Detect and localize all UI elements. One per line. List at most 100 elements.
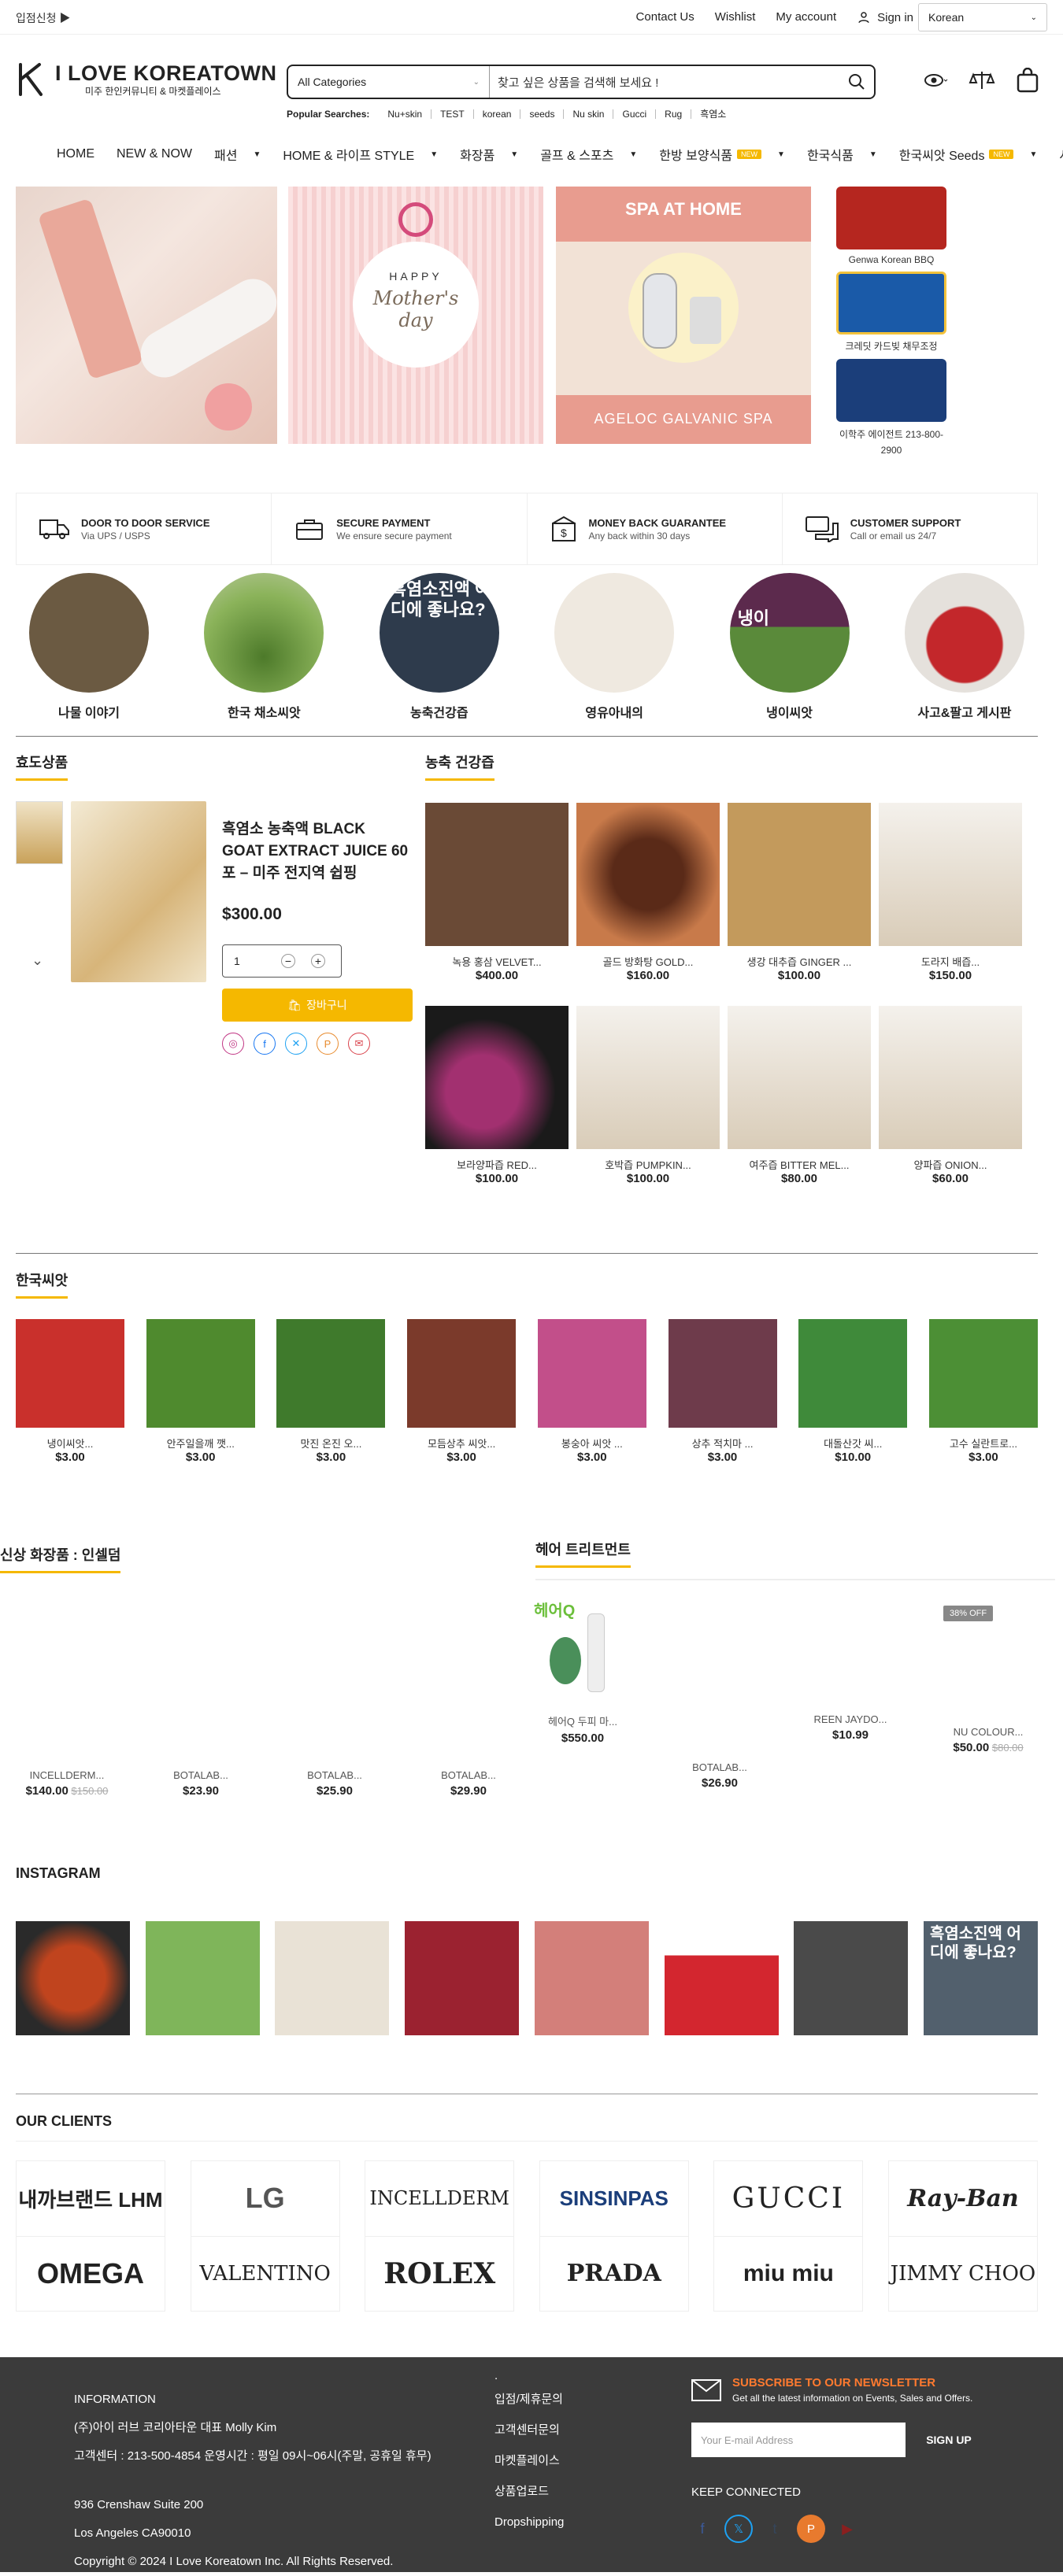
nav-item-seeds[interactable]: 한국씨앗 Seeds NEW ▼ [899,145,1037,164]
client-logo[interactable]: 내까브랜드 LHM [17,2161,165,2237]
instagram-icon[interactable]: ◎ [222,1033,244,1055]
product-card[interactable]: 모듬상추 씨앗... $3.00 [407,1319,517,1464]
add-to-cart-button[interactable]: 🛍 장바구니 [222,989,413,1022]
eye-icon[interactable] [924,72,948,91]
category-item[interactable]: 영유아내의 [552,573,676,721]
twitter-icon[interactable]: ✕ [285,1033,307,1055]
footer-link[interactable]: 입점/제휴문의 [494,2384,564,2415]
product-card[interactable]: 보라양파즙 RED... $100.00 [425,1006,569,1185]
footer-link[interactable]: Dropshipping [494,2507,564,2537]
ad-agent-label[interactable]: 이학주 에이전트 213-800-2900 [836,427,946,458]
nav-item-new[interactable]: NEW & NOW [117,147,192,161]
ad-genwa[interactable] [836,187,946,249]
featured-image[interactable] [71,801,206,982]
product-image[interactable]: 헤어Q [534,1598,628,1696]
nav-item-cosmetics[interactable]: 화장품 ▼ [460,145,518,164]
product-card[interactable]: 도라지 배즙... $150.00 [879,803,1022,982]
product-card[interactable]: 녹용 홍삼 VELVET... $400.00 [425,803,569,982]
nav-item-herbal[interactable]: 한방 보양식품 NEW ▼ [659,145,785,164]
client-logo[interactable]: Ray-Ban [888,2161,1037,2237]
popular-tag[interactable]: Nu+skin [379,109,432,119]
email-icon[interactable]: ✉ [348,1033,370,1055]
client-logo[interactable]: JIMMY CHOO [889,2237,1037,2312]
nav-item-golf[interactable]: 골프 & 스포츠 ▼ [540,145,637,164]
signup-button[interactable]: SIGN UP [906,2434,992,2446]
ad-credit-label[interactable]: 크레딧 카드빚 채무조정 [836,339,946,353]
client-logo[interactable]: PRADA [540,2237,688,2312]
client-logo[interactable]: ROLEX [365,2237,513,2312]
product-card[interactable]: BOTALAB... $29.90 [409,1769,528,1798]
banner-cosmetics[interactable] [16,187,277,444]
client-logo[interactable]: VALENTINO [191,2237,339,2312]
x-icon[interactable]: 𝕏 [724,2515,753,2543]
category-item[interactable]: 냉이 냉이씨앗 [728,573,852,721]
instagram-post[interactable] [145,1921,260,2035]
nav-item-fashion[interactable]: 패션 ▼ [214,145,261,164]
product-card[interactable]: 안주일을깨 깻... $3.00 [146,1319,255,1464]
banner-spa[interactable]: SPA AT HOME AGELOC GALVANIC SPA [556,187,811,444]
wishlist-link[interactable]: Wishlist [715,10,756,24]
footer-link[interactable]: 고객센터문의 [494,2415,564,2445]
search-button[interactable] [839,72,874,91]
client-logo[interactable]: INCELLDERM [365,2161,514,2237]
product-card[interactable]: NU COLOUR... $50.00 $80.00 [921,1726,1055,1754]
category-item[interactable]: 흑염소진액 어디에 좋나요? 농축건강즙 [377,573,502,721]
account-link[interactable]: My account [776,10,836,24]
product-card[interactable]: 봉숭아 씨앗 ... $3.00 [537,1319,646,1464]
product-card[interactable]: 고수 실란트로... $3.00 [928,1319,1038,1464]
product-card[interactable]: BOTALAB... $26.90 [657,1761,783,1790]
facebook-icon[interactable]: f [691,2521,713,2537]
instagram-post[interactable] [794,1921,909,2035]
instagram-post[interactable]: 흑염소진액 어디에 좋나요? [923,1921,1038,2035]
popular-tag[interactable]: Gucci [613,109,657,119]
featured-name[interactable]: 흑염소 농축액 BLACK GOAT EXTRACT JUICE 60포 – 미… [222,819,409,885]
product-card[interactable]: 헤어Q 두피 마... $550.00 [520,1713,646,1745]
client-logo[interactable]: LG [191,2161,339,2237]
popular-tag[interactable]: Rug [656,109,692,119]
product-card[interactable]: BOTALAB... $25.90 [276,1769,394,1798]
client-logo[interactable]: SINSINPAS [539,2161,688,2237]
product-card[interactable]: 대돌산갓 씨... $10.00 [798,1319,908,1464]
nav-item-buy-sell[interactable]: 사고 [1059,145,1063,164]
client-logo[interactable]: GUCCI [714,2161,863,2237]
product-thumb[interactable] [16,801,63,864]
ad-genwa-label[interactable]: Genwa Korean BBQ [836,254,946,265]
popular-tag[interactable]: TEST [431,109,474,119]
contact-link[interactable]: Contact Us [636,10,694,24]
product-card[interactable]: 상추 적치마 ... $3.00 [668,1319,777,1464]
banner-mothers-day[interactable]: HAPPY Mother's day [288,187,543,444]
client-logo[interactable]: OMEGA [17,2237,165,2312]
quantity-value[interactable]: 1 [234,955,265,967]
product-card[interactable]: BOTALAB... $23.90 [142,1769,260,1798]
site-logo[interactable]: I LOVE KOREATOWN 미주 한인커뮤니티 & 마켓플레이스 [16,61,277,98]
email-input[interactable]: Your E-mail Address [691,2423,906,2457]
instagram-post[interactable] [405,1921,520,2035]
register-link[interactable]: 입점신청 ▶ [16,10,70,26]
search-input[interactable]: 찾고 싶은 상품을 검색해 보세요 ! [490,74,839,91]
category-item[interactable]: 사고&팔고 게시판 [902,573,1027,721]
ad-credit[interactable] [836,272,946,334]
product-card[interactable]: 호박즙 PUMPKIN... $100.00 [576,1006,720,1185]
instagram-post[interactable] [664,1921,779,2035]
product-card[interactable]: 여주즙 BITTER MEL... $80.00 [728,1006,871,1185]
language-select[interactable]: Korean ⌄ [918,3,1047,31]
instagram-post[interactable] [534,1921,649,2035]
product-card[interactable]: 냉이씨앗... $3.00 [16,1319,124,1464]
product-card[interactable]: 생강 대추즙 GINGER ... $100.00 [728,803,871,982]
plus-button[interactable]: + [311,954,325,968]
popular-tag[interactable]: seeds [520,109,565,119]
nav-item-home-life[interactable]: HOME & 라이프 STYLE ▼ [283,145,438,164]
chevron-down-icon[interactable]: ⌄ [31,952,63,969]
compare-icon[interactable] [969,70,995,93]
tumblr-icon[interactable]: t [764,2521,786,2537]
category-select[interactable]: All Categories ⌄ [288,66,490,98]
instagram-post[interactable] [275,1921,390,2035]
nav-item-home[interactable]: HOME [57,147,94,161]
instagram-post[interactable] [16,1921,130,2035]
product-card[interactable]: 맛진 온진 오... $3.00 [276,1319,386,1464]
signin-link[interactable]: Sign in [857,10,913,24]
product-card[interactable]: REEN JAYDO... $10.99 [787,1713,913,1742]
category-item[interactable]: 한국 채소씨앗 [202,573,326,721]
cart-icon[interactable] [1016,67,1039,95]
youtube-icon[interactable]: ▶ [836,2521,858,2537]
